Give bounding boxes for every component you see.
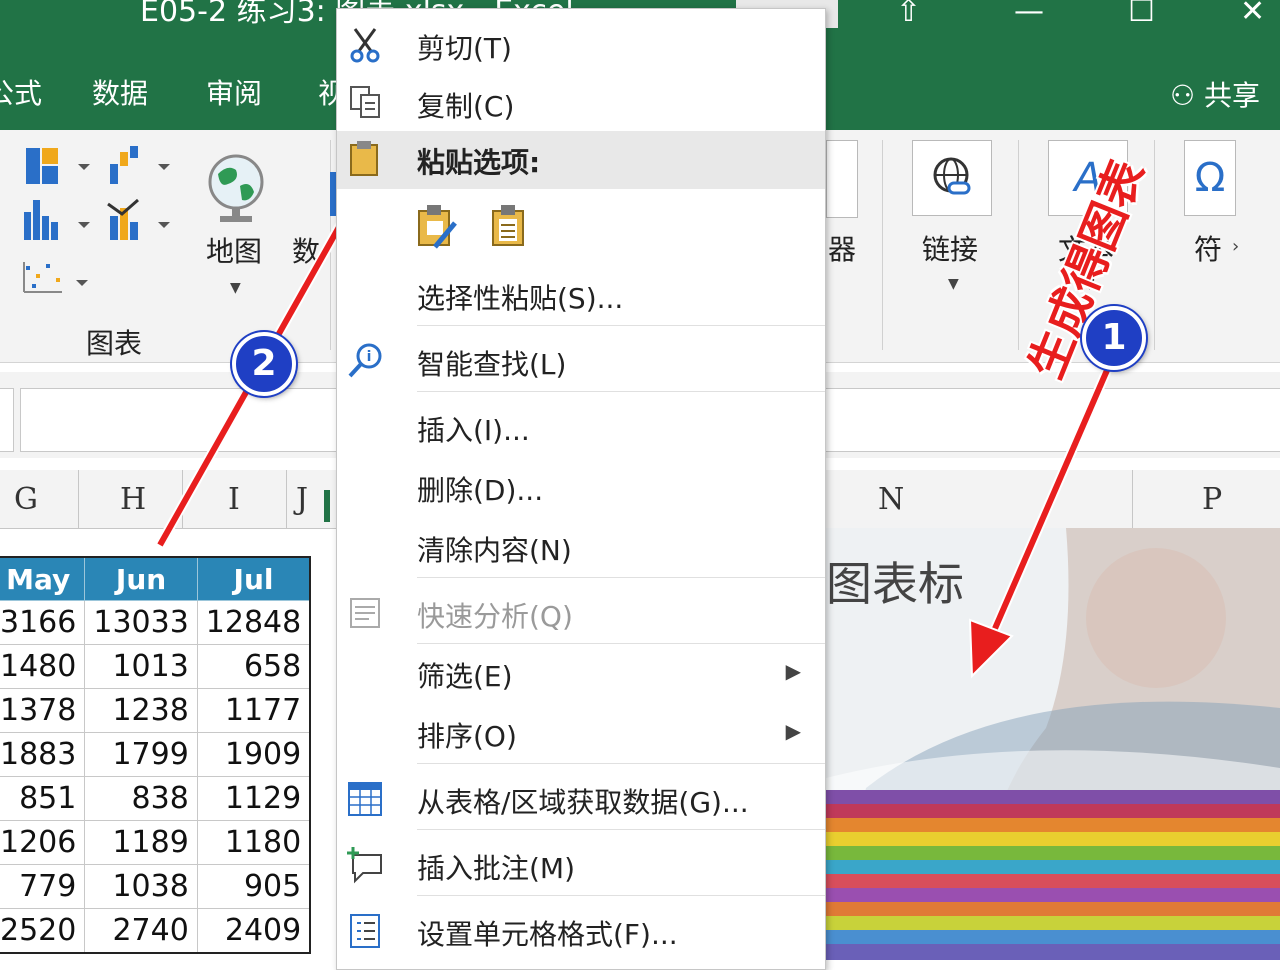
table-icon — [348, 782, 382, 816]
step-badge-2: 2 — [232, 332, 296, 396]
paste-icon[interactable] — [489, 203, 529, 251]
scissors-icon — [350, 28, 380, 63]
menu-item-cut[interactable]: 剪切(T) — [337, 17, 825, 75]
menu-label-paste-special: 选择性粘贴(S)... — [417, 282, 624, 315]
menu-label-cut: 剪切(T) — [417, 32, 512, 65]
menu-label-sort: 排序(O) — [417, 720, 517, 753]
menu-separator — [417, 643, 825, 644]
menu-separator — [417, 325, 825, 326]
menu-label-format-cells: 设置单元格格式(F)... — [417, 918, 678, 951]
menu-item-clear-contents[interactable]: 清除内容(N) — [337, 519, 825, 577]
paste-options-row — [337, 197, 825, 255]
menu-separator — [417, 895, 825, 896]
smart-lookup-icon: i — [348, 343, 382, 378]
menu-item-sort[interactable]: 排序(O) ▶ — [337, 705, 825, 763]
menu-label-insert: 插入(I)... — [417, 414, 530, 447]
quick-analysis-icon — [350, 598, 380, 628]
clipboard-icon — [350, 141, 378, 176]
menu-label-delete: 删除(D)... — [417, 474, 544, 507]
menu-item-insert-comment[interactable]: 插入批注(M) — [337, 837, 825, 895]
submenu-arrow-icon: ▶ — [785, 659, 801, 683]
menu-label-clear-contents: 清除内容(N) — [417, 534, 572, 567]
context-menu: 剪切(T) 复制(C) 粘贴选项: 选择性粘贴(S)... i 智能查找(L) … — [336, 8, 826, 970]
menu-item-copy[interactable]: 复制(C) — [337, 75, 825, 133]
menu-separator — [417, 829, 825, 830]
menu-label-paste-options: 粘贴选项: — [417, 146, 541, 179]
menu-item-format-cells[interactable]: 设置单元格格式(F)... — [337, 903, 825, 961]
menu-label-smart-lookup: 智能查找(L) — [417, 348, 567, 381]
menu-label-copy: 复制(C) — [417, 90, 515, 123]
menu-item-smart-lookup[interactable]: i 智能查找(L) — [337, 333, 825, 391]
step-badge-1: 1 — [1082, 306, 1146, 370]
arrow-to-chart — [968, 366, 1113, 679]
paste-keep-formatting-icon[interactable] — [415, 203, 461, 251]
menu-item-quick-analysis[interactable]: 快速分析(Q) — [337, 585, 825, 643]
menu-label-insert-comment: 插入批注(M) — [417, 852, 576, 885]
menu-separator — [417, 763, 825, 764]
menu-item-get-data[interactable]: 从表格/区域获取数据(G)... — [337, 771, 825, 829]
menu-item-paste-special[interactable]: 选择性粘贴(S)... — [337, 267, 825, 325]
menu-label-quick-analysis: 快速分析(Q) — [417, 600, 573, 633]
format-cells-icon — [350, 914, 380, 948]
copy-icon — [350, 86, 380, 118]
menu-item-insert[interactable]: 插入(I)... — [337, 399, 825, 457]
menu-label-get-data: 从表格/区域获取数据(G)... — [417, 786, 749, 819]
menu-separator — [417, 391, 825, 392]
menu-label-filter: 筛选(E) — [417, 660, 513, 693]
menu-item-filter[interactable]: 筛选(E) ▶ — [337, 645, 825, 703]
submenu-arrow-icon: ▶ — [785, 719, 801, 743]
paste-options-header: 粘贴选项: — [337, 131, 825, 189]
svg-text:i: i — [367, 349, 372, 365]
menu-separator — [417, 577, 825, 578]
menu-item-delete[interactable]: 删除(D)... — [337, 459, 825, 517]
new-comment-icon — [347, 847, 382, 884]
